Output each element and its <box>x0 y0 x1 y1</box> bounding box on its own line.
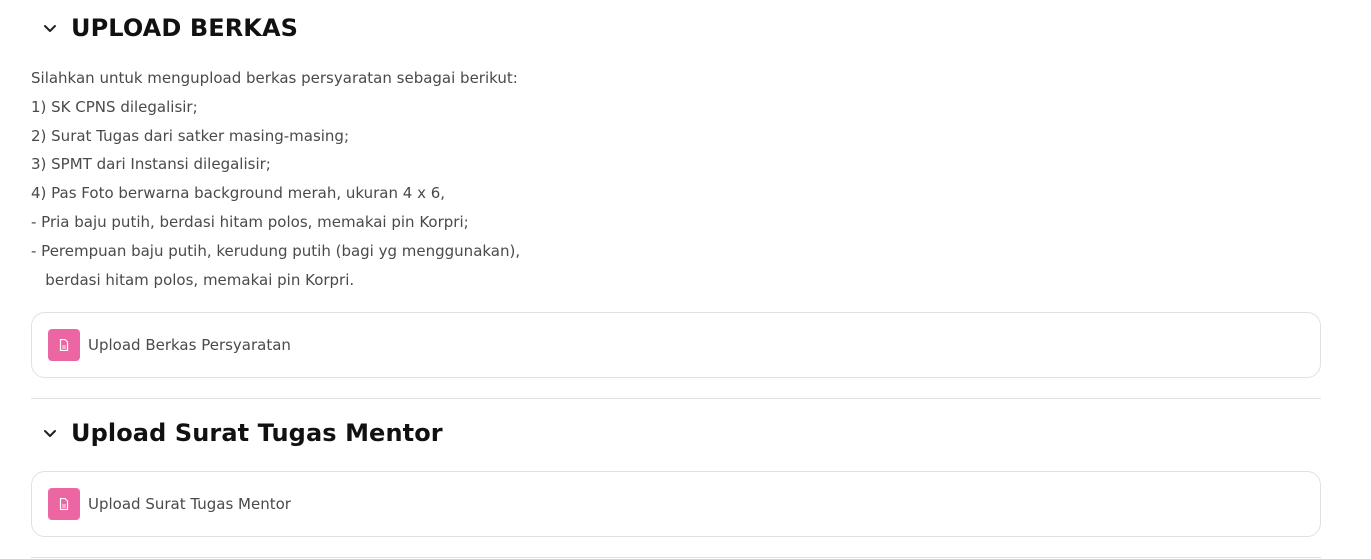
activity-link-label[interactable]: Upload Surat Tugas Mentor <box>88 495 291 513</box>
description-line: - Pria baju putih, berdasi hitam polos, … <box>31 212 469 231</box>
description-line: 1) SK CPNS dilegalisir; <box>31 97 198 116</box>
chevron-down-icon[interactable] <box>33 418 67 448</box>
section-description: Silahkan untuk mengupload berkas persyar… <box>31 64 1321 294</box>
description-line: 3) SPMT dari Instansi dilegalisir; <box>31 155 271 174</box>
section-divider <box>31 557 1321 558</box>
chevron-down-icon[interactable] <box>33 13 67 43</box>
description-line: Silahkan untuk mengupload berkas persyar… <box>31 69 518 87</box>
activity-upload-berkas-persyaratan[interactable]: Upload Berkas Persyaratan <box>31 312 1321 378</box>
description-line: berdasi hitam polos, memakai pin Korpri. <box>31 270 355 289</box>
activity-link-label[interactable]: Upload Berkas Persyaratan <box>88 336 291 354</box>
activity-upload-surat-tugas-mentor[interactable]: Upload Surat Tugas Mentor <box>31 471 1321 537</box>
section-upload-berkas: UPLOAD BERKAS Silahkan untuk mengupload … <box>31 10 1321 294</box>
description-line: - Perempuan baju putih, kerudung putih (… <box>31 241 521 260</box>
section-title: Upload Surat Tugas Mentor <box>71 419 443 447</box>
section-divider <box>31 398 1321 399</box>
section-header-upload-surat-tugas-mentor[interactable]: Upload Surat Tugas Mentor <box>31 415 1321 451</box>
file-icon <box>48 329 80 361</box>
description-line: 2) Surat Tugas dari satker masing-masing… <box>31 126 350 145</box>
section-header-upload-berkas[interactable]: UPLOAD BERKAS <box>31 10 1321 46</box>
section-upload-surat-tugas-mentor: Upload Surat Tugas Mentor <box>31 415 1321 451</box>
file-icon <box>48 488 80 520</box>
section-title: UPLOAD BERKAS <box>71 14 299 42</box>
description-line: 4) Pas Foto berwarna background merah, u… <box>31 184 446 203</box>
